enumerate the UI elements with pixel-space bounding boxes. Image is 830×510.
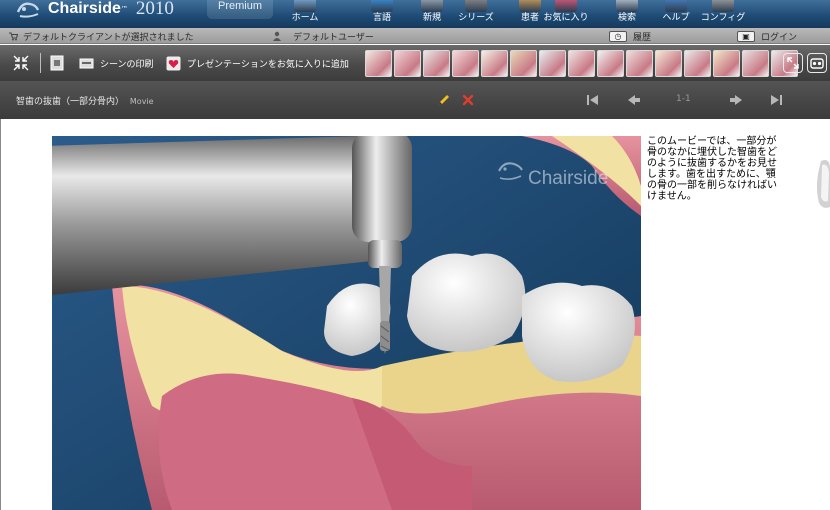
- document-button[interactable]: [50, 45, 64, 81]
- scene-thumbnail[interactable]: [481, 50, 508, 77]
- menu-item-config[interactable]: コンフィグ: [700, 0, 746, 28]
- config-icon: [712, 0, 734, 12]
- favorites-icon: [555, 0, 577, 12]
- movie-title-bar: 智歯の抜歯（一部分骨内） Movie 1-1: [0, 81, 830, 119]
- next-scene-icon[interactable]: [728, 92, 744, 108]
- menu-item-new[interactable]: 新規: [412, 0, 452, 28]
- patient-icon: [519, 0, 541, 12]
- movie-title: 智歯の抜歯（一部分骨内） Movie: [16, 94, 154, 107]
- delete-icon[interactable]: [460, 92, 476, 108]
- status-bar: デフォルトクライアントが選択されました デフォルトユーザー ◷ 履歴 ▣ ログイ…: [0, 28, 830, 44]
- fullscreen-button[interactable]: [783, 53, 803, 73]
- client-status: デフォルトクライアントが選択されました: [8, 28, 194, 44]
- search-icon: [616, 0, 638, 12]
- left-border: [0, 119, 1, 510]
- movie-title-text: 智歯の抜歯（一部分骨内）: [16, 97, 125, 107]
- scene-thumbnail[interactable]: [423, 50, 450, 77]
- collapse-icon: [13, 55, 29, 71]
- next-tooth-preview: [791, 157, 830, 212]
- scene-thumbnail[interactable]: [452, 50, 479, 77]
- menu-label-vocab: 言語: [372, 13, 391, 23]
- language-icon: [371, 0, 393, 12]
- cart-icon: [9, 32, 18, 41]
- watermark-text: Chairside: [528, 168, 608, 189]
- login-button[interactable]: ▣ ログイン: [737, 28, 797, 44]
- last-scene-icon[interactable]: [768, 92, 784, 108]
- first-scene-icon[interactable]: [585, 92, 601, 108]
- scene-thumbnail[interactable]: [684, 50, 711, 77]
- menu-label-patient: 患者: [520, 13, 539, 23]
- fullscreen-icon: [787, 57, 799, 69]
- print-icon: [79, 58, 94, 68]
- new-icon: [421, 0, 443, 12]
- menu-item-search[interactable]: 検索: [607, 0, 647, 28]
- previous-scene-icon[interactable]: [626, 92, 642, 108]
- scene-thumbnail[interactable]: [510, 50, 537, 77]
- scene-thumbnail[interactable]: [655, 50, 682, 77]
- client-status-text: デフォルトクライアントが選択されました: [23, 32, 194, 43]
- scene-thumbnail[interactable]: [597, 50, 624, 77]
- menu-label-search: 検索: [617, 13, 636, 23]
- movie-description: このムービーでは、一部分が骨のなかに埋伏した智歯をどのように抜歯するかをお見せし…: [647, 136, 777, 202]
- help-icon: [665, 0, 687, 12]
- scene-thumbnail[interactable]: [394, 50, 421, 77]
- series-icon: [465, 0, 487, 12]
- menu-label-help: ヘルプ: [662, 13, 690, 23]
- history-label: 履歴: [633, 32, 652, 43]
- scene-thumbnail[interactable]: [365, 50, 392, 77]
- fit-screen-button[interactable]: [12, 45, 30, 81]
- login-label: ログイン: [761, 32, 798, 43]
- menu-item-series[interactable]: シリーズ: [456, 0, 496, 28]
- print-scene-button[interactable]: シーンの印刷: [79, 45, 154, 81]
- menu-item-home[interactable]: ホーム: [285, 0, 325, 28]
- add-favorite-label: プレゼンテーションをお気に入りに追加: [187, 59, 349, 70]
- wisdom-tooth-animation-frame: Chairside: [52, 136, 641, 510]
- presentation-button[interactable]: [807, 53, 827, 73]
- projector-icon: [810, 58, 824, 69]
- add-favorite-button[interactable]: プレゼンテーションをお気に入りに追加: [166, 45, 349, 81]
- lock-icon: ▣: [737, 30, 755, 42]
- scene-thumbnails: [365, 50, 798, 77]
- user-status[interactable]: デフォルトユーザー: [272, 28, 374, 44]
- main-content: Chairside このムービーでは、一部分が骨のなかに埋伏した智歯をどのように…: [0, 119, 830, 510]
- heart-icon: [166, 56, 181, 70]
- menu-label-home: ホーム: [291, 13, 319, 23]
- menu-label-series: シリーズ: [458, 13, 494, 23]
- scene-thumbnail[interactable]: [539, 50, 566, 77]
- clock-icon: ◷: [609, 30, 627, 42]
- user-icon: [273, 31, 281, 41]
- menu-item-favorites[interactable]: お気に入り: [543, 0, 589, 28]
- menu-label-new: 新規: [422, 13, 441, 23]
- user-name: デフォルトユーザー: [293, 32, 374, 43]
- document-icon: [50, 55, 64, 71]
- main-menu: ホーム 言語 新規 シリーズ 患者 お気に入り 検索 ヘルプ コンフィグ: [0, 0, 830, 28]
- edit-pencil-icon[interactable]: [436, 92, 452, 108]
- menu-item-vocab[interactable]: 言語: [362, 0, 402, 28]
- home-icon: [294, 0, 316, 12]
- print-scene-label: シーンの印刷: [100, 59, 154, 70]
- top-menu-bar: Chairside ™ 2010 Premium ホーム 言語 新規 シリーズ 患者 お気に…: [0, 0, 830, 28]
- menu-item-help[interactable]: ヘルプ: [656, 0, 696, 28]
- scene-thumbnail[interactable]: [742, 50, 769, 77]
- tool-bar: シーンの印刷 プレゼンテーションをお気に入りに追加: [0, 45, 830, 81]
- toolbar-divider: [40, 53, 41, 73]
- menu-label-favorites: お気に入り: [543, 13, 589, 23]
- menu-label-config: コンフィグ: [700, 13, 746, 23]
- scene-thumbnail[interactable]: [568, 50, 595, 77]
- history-button[interactable]: ◷ 履歴: [609, 28, 651, 44]
- scene-thumbnail[interactable]: [626, 50, 653, 77]
- scene-counter: 1-1: [676, 94, 691, 104]
- scene-thumbnail[interactable]: [713, 50, 740, 77]
- movie-player[interactable]: Chairside: [52, 136, 641, 510]
- movie-type: Movie: [129, 97, 154, 106]
